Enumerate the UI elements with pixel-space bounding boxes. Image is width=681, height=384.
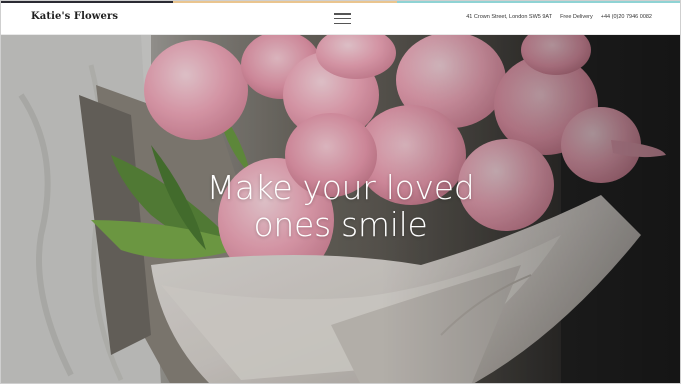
header-contact-info: 41 Crown Street, London SW5 9AT Free Del… xyxy=(466,14,652,20)
brand-logo-link[interactable]: Katie's Flowers xyxy=(31,11,118,22)
page-frame: Katie's Flowers 41 Crown Street, London … xyxy=(0,0,681,384)
hamburger-menu-icon[interactable] xyxy=(334,12,351,25)
headline-line-1: Make your loved xyxy=(206,168,475,207)
headline-line-2: ones smile xyxy=(253,205,428,244)
site-header: Katie's Flowers 41 Crown Street, London … xyxy=(1,3,680,35)
hero-headline: Make your loved ones smile xyxy=(1,169,680,243)
hero-section: Make your loved ones smile xyxy=(1,35,680,383)
delivery-text: Free Delivery xyxy=(560,14,593,20)
phone-link[interactable]: +44 (0)20 7946 0082 xyxy=(601,14,652,20)
address-text: 41 Crown Street, London SW5 9AT xyxy=(466,14,553,20)
